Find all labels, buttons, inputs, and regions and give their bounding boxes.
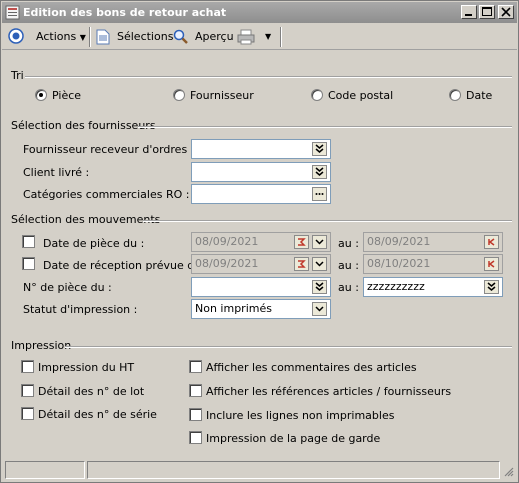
num-piece-to-value: zzzzzzzzzz [367,280,425,293]
au-label: au : [338,281,359,294]
date-piece-from-field[interactable]: 08/09/2021 [191,232,331,252]
group-divider [65,346,512,348]
impression-ht-checkbox[interactable] [21,360,34,373]
maximize-icon [482,7,492,16]
calendar-reset-icon[interactable] [294,257,309,271]
close-icon [501,7,511,17]
double-chevron-down-icon[interactable] [312,142,327,156]
minimize-icon [465,14,472,16]
impression-ht-label: Impression du HT [38,361,135,374]
date-reception-from-value: 08/09/2021 [195,257,259,270]
date-piece-to-field[interactable]: 08/09/2021 [363,232,503,252]
minimize-button[interactable] [461,5,477,19]
status-bar [5,461,515,479]
detail-serie-checkbox[interactable] [21,407,34,420]
ellipsis-icon[interactable] [312,187,327,201]
page-garde-checkbox[interactable] [189,431,202,444]
tri-legend: Tri [11,69,24,82]
status-pane [5,461,85,479]
resize-grip-icon[interactable] [502,465,514,477]
radio-code-postal-label: Code postal [328,89,394,102]
categories-field[interactable] [191,184,331,204]
statut-select[interactable]: Non imprimés [191,299,331,319]
statut-value: Non imprimés [195,302,272,315]
double-chevron-down-icon[interactable] [312,280,327,294]
title-bar[interactable]: Edition des bons de retour achat [2,2,517,23]
references-label: Afficher les références articles / fourn… [206,385,452,398]
radio-piece[interactable] [35,89,47,101]
radio-date[interactable] [449,89,461,101]
double-chevron-down-icon[interactable] [312,165,327,179]
double-chevron-down-icon[interactable] [484,280,499,294]
actions-menu[interactable]: Actions ▼ [36,28,86,46]
print-button[interactable]: ▼ [237,28,277,46]
magnifier-icon [173,29,188,44]
date-piece-checkbox[interactable] [22,235,35,248]
date-piece-to-value: 08/09/2021 [367,235,431,248]
app-icon [5,5,20,20]
commentaires-checkbox[interactable] [189,360,202,373]
client-label: Client livré : [23,166,90,179]
toolbar-separator [89,27,91,47]
radio-piece-label: Pièce [52,89,82,102]
detail-lot-checkbox[interactable] [21,384,34,397]
date-reception-checkbox[interactable] [22,257,35,270]
au-label: au : [338,237,359,250]
detail-lot-label: Détail des n° de lot [38,385,145,398]
fournisseurs-legend: Sélection des fournisseurs [11,119,156,132]
radio-fournisseur[interactable] [173,89,185,101]
close-button[interactable] [498,5,514,19]
au-label: au : [338,259,359,272]
calendar-reset-icon[interactable] [484,235,499,249]
group-divider [143,220,512,222]
status-pane [87,461,500,479]
receveur-label: Fournisseur receveur d'ordres : [23,143,195,156]
date-piece-label: Date de pièce du : [43,237,145,250]
group-divider [25,76,512,78]
radio-date-label: Date [466,89,493,102]
date-reception-label: Date de réception prévue du : [43,259,209,272]
references-checkbox[interactable] [189,384,202,397]
page-garde-label: Impression de la page de garde [206,432,381,445]
document-icon [96,29,110,45]
calendar-reset-icon[interactable] [294,235,309,249]
target-icon[interactable] [8,28,24,44]
group-divider [138,126,512,128]
actions-label: Actions [36,30,77,43]
chevron-down-icon[interactable] [312,302,327,316]
apercu-label: Aperçu [195,30,234,43]
lignes-non-imprimables-label: Inclure les lignes non imprimables [206,409,395,422]
dialog-window: Edition des bons de retour achat Actions… [0,0,519,483]
date-piece-from-value: 08/09/2021 [195,235,259,248]
chevron-down-icon: ▼ [79,33,86,42]
maximize-button[interactable] [479,5,495,19]
categories-label: Catégories commerciales RO : [23,188,190,201]
detail-serie-label: Détail des n° de série [38,408,157,421]
chevron-down-icon[interactable] [312,235,327,249]
commentaires-label: Afficher les commentaires des articles [206,361,417,374]
chevron-down-icon[interactable] [312,257,327,271]
toolbar: Actions ▼ Sélections Aperçu ▼ [2,24,517,50]
client-field[interactable] [191,162,331,182]
num-piece-label: N° de pièce du : [23,281,112,294]
num-piece-from-field[interactable] [191,277,331,297]
date-reception-to-value: 08/10/2021 [367,257,431,270]
toolbar-separator [280,27,282,47]
date-reception-to-field[interactable]: 08/10/2021 [363,254,503,274]
chevron-down-icon: ▼ [265,32,272,41]
selections-label: Sélections [117,30,174,43]
window-title: Edition des bons de retour achat [23,6,227,19]
radio-code-postal[interactable] [311,89,323,101]
printer-icon [237,29,255,45]
mouvements-legend: Sélection des mouvements [11,213,161,226]
num-piece-to-field[interactable]: zzzzzzzzzz [363,277,503,297]
calendar-reset-icon[interactable] [484,257,499,271]
statut-label: Statut d'impression : [23,303,138,316]
receveur-field[interactable] [191,139,331,159]
lignes-non-imprimables-checkbox[interactable] [189,408,202,421]
radio-fournisseur-label: Fournisseur [190,89,254,102]
impression-legend: Impression [11,339,72,352]
date-reception-from-field[interactable]: 08/09/2021 [191,254,331,274]
